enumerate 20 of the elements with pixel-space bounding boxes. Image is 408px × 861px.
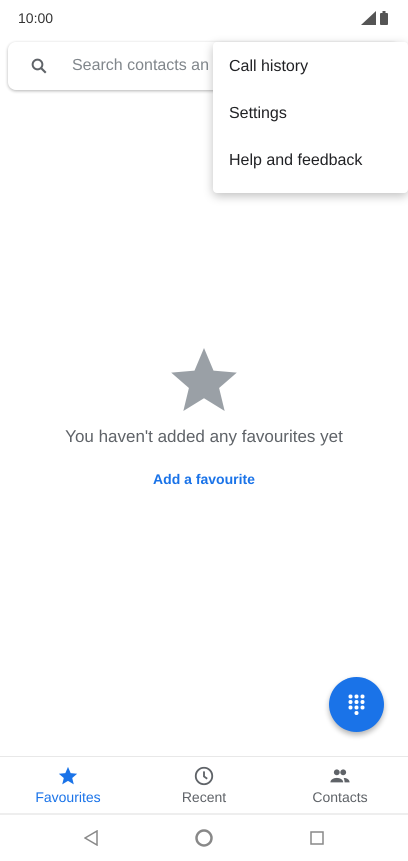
- menu-item[interactable]: Settings: [213, 94, 408, 141]
- dialpad-icon: [348, 694, 365, 716]
- nav-tab[interactable]: Recent: [136, 757, 272, 813]
- clock-icon: [193, 765, 215, 787]
- search-icon: [30, 57, 48, 75]
- add-favourite-link[interactable]: Add a favourite: [153, 471, 255, 487]
- status-time: 10:00: [18, 10, 54, 26]
- star-icon: [57, 765, 79, 787]
- home-icon[interactable]: [195, 829, 213, 847]
- empty-message: You haven't added any favourites yet: [65, 427, 343, 447]
- dialpad-button[interactable]: [329, 677, 384, 732]
- star-icon: [171, 348, 237, 411]
- recents-icon[interactable]: [310, 831, 324, 845]
- menu-item[interactable]: Call history: [213, 47, 408, 94]
- battery-icon: [380, 10, 388, 24]
- nav-tab[interactable]: Contacts: [272, 757, 408, 813]
- nav-tab[interactable]: Favourites: [0, 757, 136, 813]
- signal-icon: [361, 10, 376, 24]
- menu-item[interactable]: Help and feedback: [213, 141, 408, 188]
- back-icon[interactable]: [84, 830, 98, 846]
